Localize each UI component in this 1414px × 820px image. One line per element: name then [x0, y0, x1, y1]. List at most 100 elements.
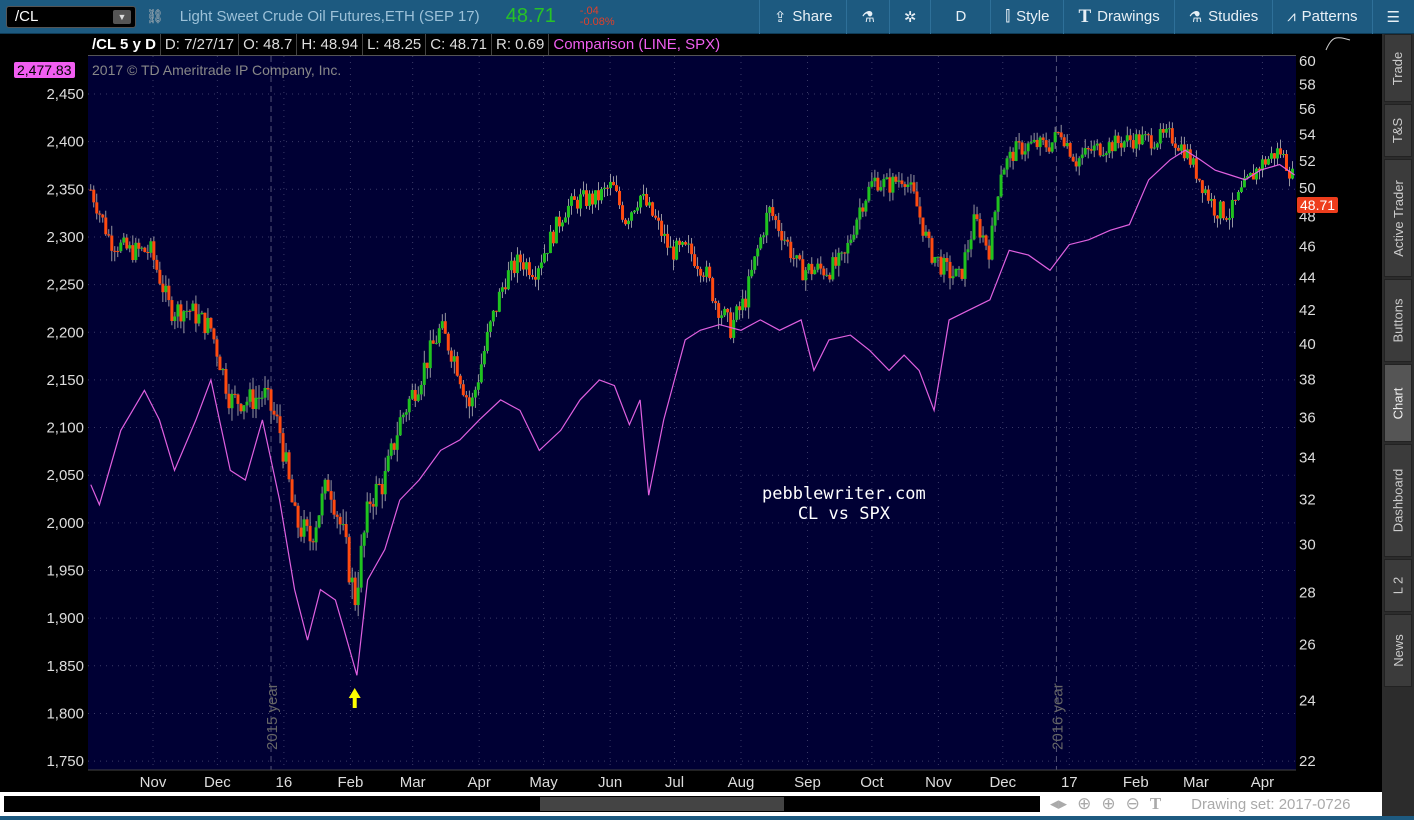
- candle-down: [978, 219, 982, 238]
- candle-down: [798, 255, 802, 260]
- sidebar-tab-news[interactable]: News: [1384, 614, 1412, 687]
- candle-up: [687, 243, 691, 245]
- right-axis-tick: 32: [1299, 492, 1316, 509]
- candle-down: [726, 308, 730, 313]
- candle-up: [482, 350, 486, 365]
- candle-up: [933, 257, 937, 263]
- scrollbar-thumb[interactable]: [540, 797, 784, 811]
- x-axis-tick: Dec: [204, 774, 231, 791]
- candle-up: [813, 269, 817, 275]
- sidebar-tab-t-s[interactable]: T&S: [1384, 104, 1412, 157]
- candle-up: [1104, 153, 1108, 156]
- sidebar-tab-trade[interactable]: Trade: [1384, 34, 1412, 102]
- candle-down: [461, 384, 465, 396]
- chart-scrollbar[interactable]: [4, 796, 1040, 812]
- right-axis-tick: 50: [1299, 180, 1316, 197]
- drawing-set[interactable]: Drawing set: 2017-0726: [1191, 796, 1350, 813]
- candle-down: [1212, 198, 1216, 216]
- candle-down: [819, 263, 823, 269]
- candle-up: [356, 587, 360, 606]
- candle-down: [792, 258, 796, 260]
- sidebar-tab-l-2[interactable]: L 2: [1384, 559, 1412, 612]
- candle-up: [248, 389, 252, 402]
- candle-down: [332, 499, 336, 515]
- candle-up: [593, 190, 597, 205]
- candle-up: [837, 252, 841, 266]
- gridlines: [88, 56, 1296, 770]
- candle-down: [645, 193, 649, 206]
- candle-down: [557, 216, 561, 227]
- right-axis-tick: 26: [1299, 636, 1316, 653]
- year-label: 2015 year: [264, 683, 281, 750]
- candle-down: [660, 220, 664, 236]
- candle-up: [1230, 199, 1234, 219]
- x-axis-tick: Apr: [468, 774, 491, 791]
- candle-up: [470, 397, 474, 407]
- candle-down: [708, 266, 712, 279]
- candle-up: [440, 321, 444, 329]
- candle-up: [816, 263, 820, 270]
- candle-up: [554, 216, 558, 244]
- x-axis-tick: Dec: [989, 774, 1016, 791]
- candle-up: [545, 253, 549, 255]
- candle-up: [1014, 141, 1018, 161]
- sidebar-tab-active-trader[interactable]: Active Trader: [1384, 159, 1412, 277]
- candle-down: [299, 527, 303, 537]
- candle-up: [1266, 158, 1270, 165]
- x-axis-tick: Nov: [925, 774, 952, 791]
- left-axis-tick: 2,300: [46, 229, 84, 246]
- sidebar-tab-chart[interactable]: Chart: [1384, 364, 1412, 442]
- candle-down: [329, 491, 333, 500]
- candle-up: [1032, 139, 1036, 142]
- candle-down: [143, 247, 147, 253]
- candle-down: [131, 245, 135, 260]
- candle-up: [1191, 158, 1195, 165]
- candle-down: [278, 416, 282, 434]
- left-axis-tick: 1,900: [46, 610, 84, 627]
- sidebar-tab-buttons[interactable]: Buttons: [1384, 279, 1412, 362]
- candle-down: [572, 196, 576, 200]
- candle-down: [203, 312, 207, 334]
- candle-up: [563, 217, 567, 223]
- x-axis-tick: May: [529, 774, 558, 791]
- candle-down: [1128, 135, 1132, 141]
- candle-down: [1206, 189, 1210, 201]
- candle-up: [957, 268, 961, 270]
- left-axis-tick: 2,050: [46, 467, 84, 484]
- candle-up: [882, 178, 886, 188]
- candle-up: [747, 276, 751, 308]
- sidebar-tab-dashboard[interactable]: Dashboard: [1384, 444, 1412, 557]
- candle-up: [383, 470, 387, 495]
- candle-up: [627, 220, 631, 225]
- right-axis-tick: 46: [1299, 238, 1316, 255]
- text-tool-icon[interactable]: T: [1150, 794, 1161, 814]
- candle-down: [158, 269, 162, 284]
- candle-down: [116, 250, 120, 252]
- candle-down: [368, 501, 372, 505]
- candle-down: [729, 312, 733, 338]
- candle-down: [1068, 143, 1072, 157]
- crosshair-icon[interactable]: ⊕: [1077, 794, 1091, 814]
- candle-up: [320, 493, 324, 516]
- candle-down: [834, 257, 838, 266]
- candle-up: [341, 524, 345, 526]
- candle-down: [92, 189, 96, 203]
- expand-icon[interactable]: ◂▸: [1050, 794, 1067, 814]
- candle-down: [503, 287, 507, 290]
- zoom-out-icon[interactable]: ⊖: [1126, 794, 1140, 814]
- zoom-in-icon[interactable]: ⊕: [1101, 794, 1115, 814]
- candle-down: [777, 220, 781, 231]
- candle-up: [1023, 151, 1027, 155]
- candle-up: [909, 182, 913, 185]
- candle-down: [533, 276, 537, 280]
- right-axis-tick: 60: [1299, 53, 1316, 70]
- candle-up: [951, 276, 955, 279]
- right-sidebar: Trade T&S Active Trader Buttons Chart Dashboa…: [1382, 34, 1414, 820]
- candle-down: [512, 260, 516, 274]
- bottom-bar: ◂▸ ⊕ ⊕ ⊖ T Drawing set: 2017-0726: [0, 792, 1382, 816]
- candle-up: [407, 398, 411, 413]
- candle-down: [272, 410, 276, 415]
- x-axis-tick: Mar: [1183, 774, 1209, 791]
- candle-down: [236, 394, 240, 404]
- candle-down: [218, 356, 222, 371]
